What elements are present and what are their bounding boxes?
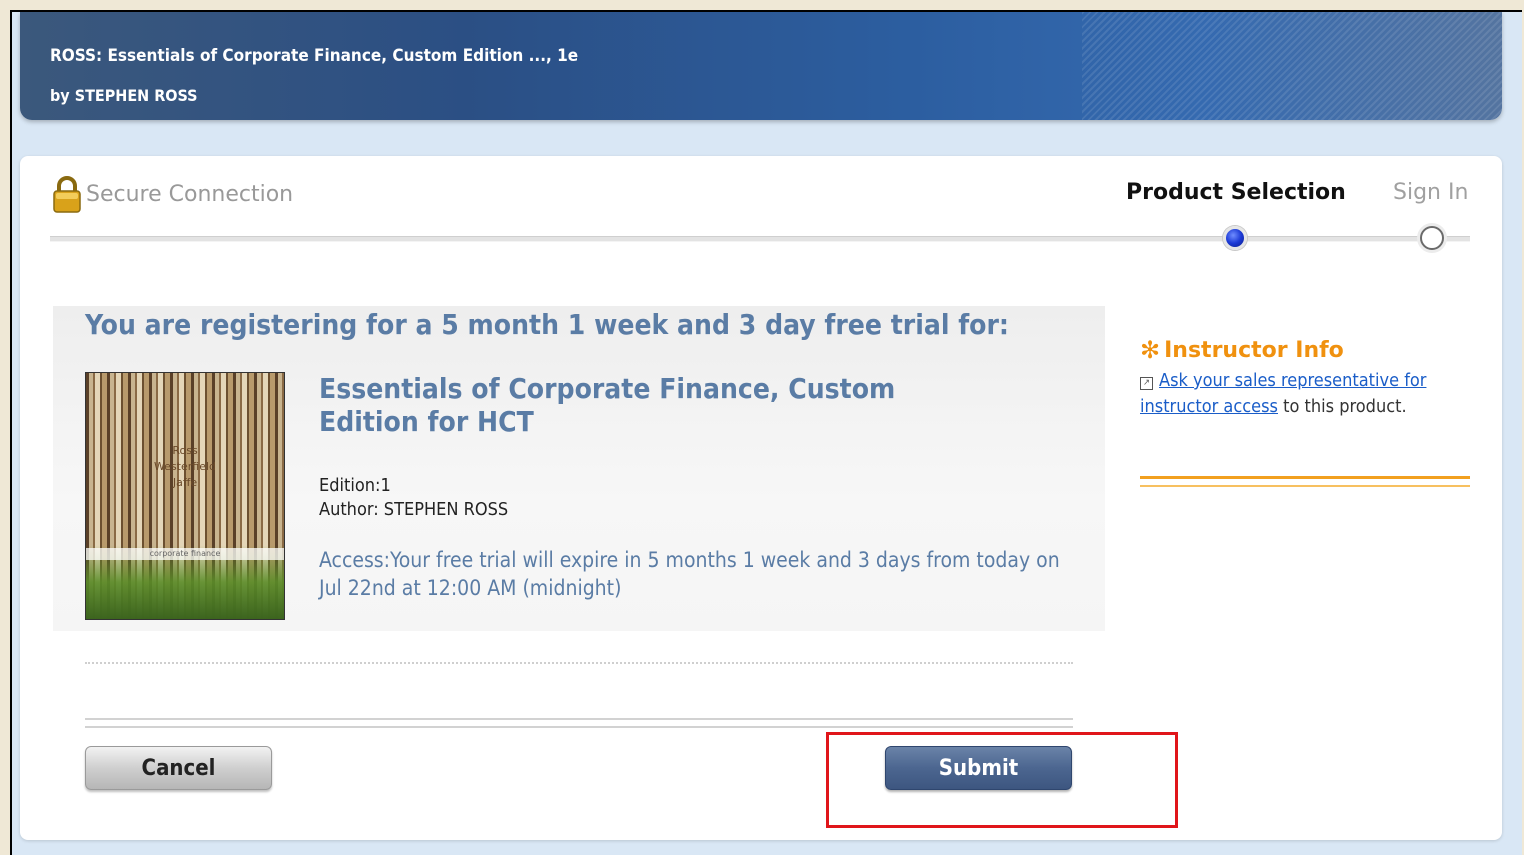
cancel-button[interactable]: Cancel bbox=[85, 746, 272, 790]
submit-highlight-box bbox=[826, 732, 1178, 828]
cover-authors: Ross Westerfield Jaffe bbox=[86, 443, 284, 491]
instructor-info-heading: ✻ Instructor Info bbox=[1140, 336, 1470, 364]
book-title: Essentials of Corporate Finance, Custom … bbox=[319, 372, 896, 438]
access-line: Access:Your free trial will expire in 5 … bbox=[319, 548, 1060, 600]
author-line: Author: STEPHEN ROSS bbox=[319, 499, 509, 520]
header-title: ROSS: Essentials of Corporate Finance, C… bbox=[50, 46, 579, 66]
book-meta: Edition:1 Author: STEPHEN ROSS bbox=[319, 474, 508, 522]
orange-divider bbox=[1140, 476, 1470, 487]
progress-track bbox=[50, 236, 1470, 242]
trial-heading: You are registering for a 5 month 1 week… bbox=[85, 308, 1009, 341]
asterisk-icon: ✻ bbox=[1140, 336, 1161, 364]
edition-line: Edition:1 bbox=[319, 475, 391, 496]
secure-connection: Secure Connection bbox=[50, 174, 293, 214]
lock-icon bbox=[53, 176, 81, 213]
instructor-info-panel: ✻ Instructor Info ↗ Ask your sales repres… bbox=[1140, 336, 1470, 420]
dotted-divider bbox=[85, 662, 1073, 664]
registration-card: Secure Connection Product Selection Sign… bbox=[20, 156, 1502, 840]
step-indicator-active bbox=[1223, 226, 1247, 250]
book-cover-image: Ross Westerfield Jaffe corporate finance bbox=[85, 372, 285, 620]
trial-summary: You are registering for a 5 month 1 week… bbox=[53, 306, 1105, 631]
double-divider bbox=[85, 718, 1073, 728]
header-byline: by STEPHEN ROSS bbox=[50, 86, 198, 105]
step-product-selection: Product Selection bbox=[1126, 180, 1346, 205]
cover-author: Jaffe bbox=[172, 476, 198, 489]
instructor-info-trailing: to this product. bbox=[1278, 396, 1407, 417]
cover-author: Westerfield bbox=[153, 460, 217, 473]
secure-connection-label: Secure Connection bbox=[86, 181, 294, 207]
external-link-icon: ↗ bbox=[1140, 377, 1153, 390]
page-header: ROSS: Essentials of Corporate Finance, C… bbox=[20, 12, 1502, 120]
cover-author: Ross bbox=[172, 444, 198, 457]
browser-frame: ROSS: Essentials of Corporate Finance, C… bbox=[10, 10, 1522, 855]
step-indicator-inactive bbox=[1420, 226, 1444, 250]
instructor-info-text: ↗ Ask your sales representative for instr… bbox=[1140, 368, 1470, 420]
cover-band-text: corporate finance bbox=[86, 548, 284, 560]
instructor-info-title: Instructor Info bbox=[1164, 337, 1344, 363]
step-sign-in: Sign In bbox=[1393, 180, 1469, 205]
